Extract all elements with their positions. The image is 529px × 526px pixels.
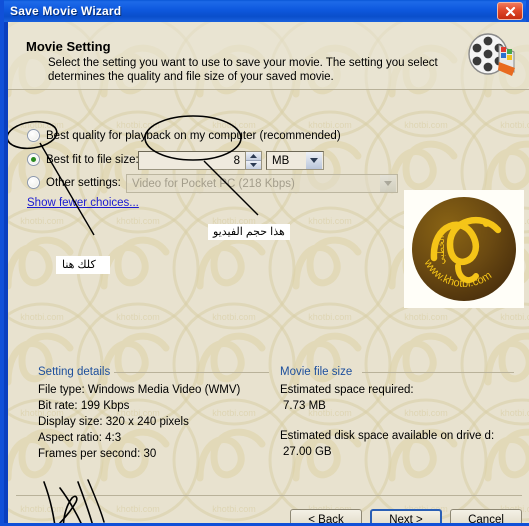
radio-other-settings[interactable] <box>27 176 40 189</box>
khotbi-logo: الخطبي www.khotbi.com <box>404 190 524 308</box>
option-best-fit-label: Best fit to file size: <box>46 153 139 166</box>
option-best-quality-label: Best quality for playback on my computer… <box>46 129 341 142</box>
back-button[interactable]: < Back <box>290 509 362 523</box>
detail-line: Aspect ratio: 4:3 <box>38 432 122 444</box>
svg-text:khotbi.com: khotbi.com <box>308 216 352 226</box>
setting-details-body: File type: Windows Media Video (WMV) Bit… <box>38 382 288 462</box>
option-other-settings[interactable]: Other settings: <box>27 176 121 189</box>
svg-text:khotbi.com: khotbi.com <box>20 216 64 226</box>
window-title: Save Movie Wizard <box>10 4 122 18</box>
file-size-unit-value: MB <box>272 154 290 167</box>
other-settings-select: Video for Pocket PC (218 Kbps) <box>126 174 398 193</box>
close-button[interactable] <box>497 2 523 20</box>
other-settings-dropdown-arrow <box>380 175 396 192</box>
page-title: Movie Setting <box>26 39 111 54</box>
close-icon <box>505 6 515 16</box>
file-size-stepper[interactable]: 8 <box>138 151 262 170</box>
save-movie-wizard-window: Save Movie Wizard khotbi.com khotbi.com … <box>0 0 529 526</box>
svg-text:khotbi.com: khotbi.com <box>500 120 529 130</box>
svg-text:khotbi.com: khotbi.com <box>116 312 160 322</box>
other-settings-value: Video for Pocket PC (218 Kbps) <box>132 177 295 190</box>
file-size-unit-select[interactable]: MB <box>266 151 324 170</box>
option-best-fit[interactable]: Best fit to file size: <box>27 153 139 166</box>
setting-details-label: Setting details <box>38 366 111 378</box>
chevron-down-icon <box>384 181 392 186</box>
detail-line: Bit rate: 199 Kbps <box>38 400 130 412</box>
option-best-quality[interactable]: Best quality for playback on my computer… <box>27 129 341 142</box>
svg-text:الخطبي: الخطبي <box>436 236 446 265</box>
radio-best-fit[interactable] <box>27 153 40 166</box>
unit-dropdown-arrow[interactable] <box>306 152 322 169</box>
option-other-settings-label: Other settings: <box>46 176 121 189</box>
svg-text:khotbi.com: khotbi.com <box>116 216 160 226</box>
chevron-up-icon <box>250 154 257 158</box>
chevron-down-icon <box>250 163 257 167</box>
movie-file-size-rule <box>362 372 514 373</box>
movie-file-size-body: Estimated space required: 7.73 MB Estima… <box>280 382 520 460</box>
file-size-spin-buttons[interactable] <box>246 151 262 170</box>
detail-line: File type: Windows Media Video (WMV) <box>38 384 241 396</box>
svg-text:khotbi.com: khotbi.com <box>212 504 256 514</box>
signature <box>43 479 105 523</box>
page-description: Select the setting you want to use to sa… <box>48 57 438 83</box>
setting-details-rule <box>114 372 269 373</box>
film-reel-icon <box>468 33 515 76</box>
spin-down-button[interactable] <box>246 160 261 169</box>
dialog-client-area: khotbi.com khotbi.com khotbi.com khotbi.… <box>8 22 529 523</box>
svg-text:khotbi.com: khotbi.com <box>500 312 529 322</box>
space-required-value: 7.73 MB <box>283 400 326 412</box>
note-click-here: كلك هنا <box>56 256 110 274</box>
disk-available-label: Estimated disk space available on drive … <box>280 430 495 442</box>
next-button[interactable]: Next > <box>370 509 442 523</box>
detail-line: Frames per second: 30 <box>38 448 157 460</box>
svg-text:khotbi.com: khotbi.com <box>404 120 448 130</box>
svg-text:khotbi.com: khotbi.com <box>212 312 256 322</box>
cancel-button[interactable]: Cancel <box>450 509 522 523</box>
space-required-label: Estimated space required: <box>280 384 414 396</box>
disk-available-value: 27.00 GB <box>283 446 332 458</box>
svg-text:khotbi.com: khotbi.com <box>20 312 64 322</box>
svg-text:khotbi.com: khotbi.com <box>404 312 448 322</box>
khotbi-logo-icon: الخطبي www.khotbi.com <box>412 197 516 301</box>
spin-up-button[interactable] <box>246 152 261 160</box>
detail-line: Display size: 320 x 240 pixels <box>38 416 189 428</box>
movie-file-size-label: Movie file size <box>280 366 353 378</box>
file-size-input[interactable]: 8 <box>138 151 246 170</box>
note-video-size: هذا حجم الفيديو <box>208 224 290 240</box>
show-fewer-choices-link[interactable]: Show fewer choices... <box>27 197 139 209</box>
svg-text:khotbi.com: khotbi.com <box>308 312 352 322</box>
title-bar: Save Movie Wizard <box>4 0 526 22</box>
wizard-header: Movie Setting Select the setting you wan… <box>8 22 529 90</box>
radio-best-quality[interactable] <box>27 129 40 142</box>
chevron-down-icon <box>310 158 318 163</box>
footer-buttons: < Back Next > Cancel <box>290 509 522 523</box>
